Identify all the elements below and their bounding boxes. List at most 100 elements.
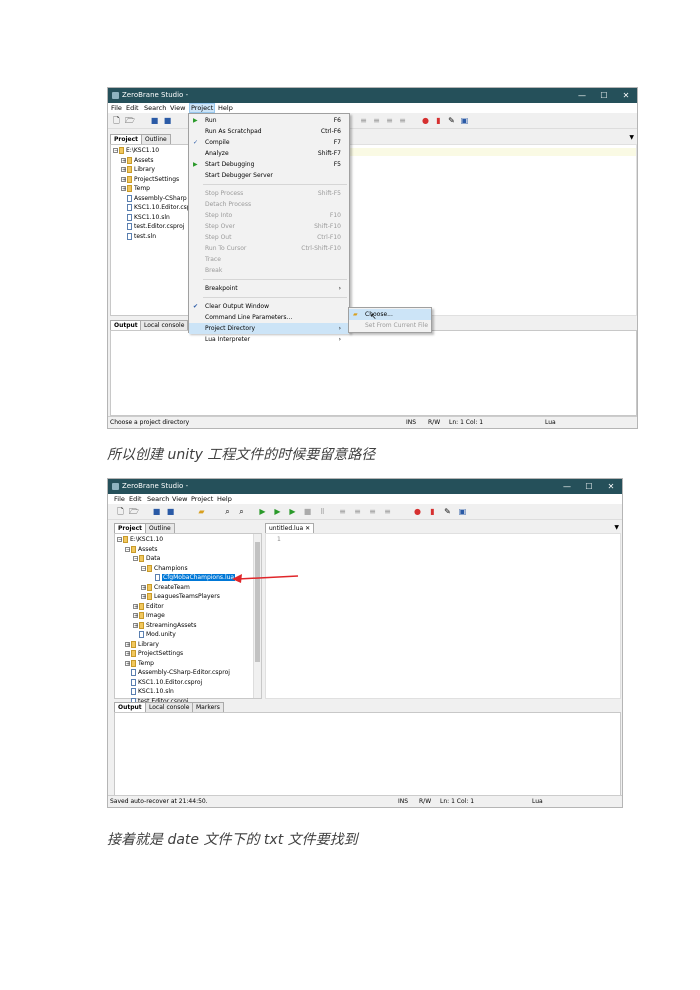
- outdent-icon[interactable]: ≡: [372, 116, 381, 125]
- tab-output[interactable]: Output: [114, 702, 146, 712]
- tree-item[interactable]: KSC1.10.Editor.csproj: [117, 678, 235, 688]
- new-file-icon[interactable]: 🗋: [116, 507, 125, 516]
- debug-icon[interactable]: ✎: [443, 507, 452, 516]
- save-icon[interactable]: ■: [152, 507, 161, 516]
- breakpoint-icon[interactable]: ●: [421, 116, 430, 125]
- replace-icon[interactable]: ⌕: [237, 507, 246, 516]
- new-file-icon[interactable]: 🗋: [112, 116, 121, 125]
- expand-icon[interactable]: +: [125, 641, 130, 647]
- expand-icon[interactable]: +: [133, 622, 138, 628]
- tree-item[interactable]: − Assets: [117, 545, 235, 555]
- collapse-icon[interactable]: −: [117, 537, 122, 543]
- menu-search[interactable]: Search: [147, 495, 169, 503]
- tree-item[interactable]: CfgMobaChampions.lua: [117, 573, 236, 583]
- watch-icon[interactable]: ▣: [458, 507, 467, 516]
- indent-icon[interactable]: ≡: [338, 507, 347, 516]
- close-icon[interactable]: ✕: [600, 480, 622, 493]
- tree-item[interactable]: + Temp: [117, 659, 235, 669]
- tree-item[interactable]: test.sln: [113, 232, 191, 242]
- tree-item[interactable]: + CreateTeam: [117, 583, 235, 593]
- expand-icon[interactable]: +: [125, 660, 130, 666]
- minimize-icon[interactable]: —: [571, 89, 593, 102]
- tree-item[interactable]: test.Editor.csproj: [113, 222, 191, 232]
- save-all-icon[interactable]: ■: [163, 116, 172, 125]
- menu-help[interactable]: Help: [217, 495, 232, 503]
- expand-icon[interactable]: +: [133, 603, 138, 609]
- close-icon[interactable]: ✕: [615, 89, 637, 102]
- tree-item[interactable]: Mod.unity: [117, 630, 235, 640]
- tree-item[interactable]: + Library: [117, 640, 235, 650]
- menu-item-choose[interactable]: ▰ Choose...: [349, 309, 431, 320]
- menu-item-analyze[interactable]: Analyze Shift-F7: [189, 148, 349, 159]
- menu-item-compile[interactable]: ✓ Compile F7: [189, 137, 349, 148]
- tree-item[interactable]: Assembly-CSharp: [113, 194, 191, 204]
- tree-item[interactable]: KSC1.10.sln: [117, 687, 235, 697]
- pause-icon[interactable]: Ⅱ: [318, 507, 327, 516]
- tree-item[interactable]: − Data: [117, 554, 235, 564]
- collapse-icon[interactable]: −: [141, 565, 146, 571]
- expand-icon[interactable]: +: [121, 167, 126, 173]
- menu-edit[interactable]: Edit: [126, 104, 139, 112]
- menu-search[interactable]: Search: [144, 104, 166, 112]
- indent-icon[interactable]: ≡: [359, 116, 368, 125]
- menu-view[interactable]: View: [170, 104, 185, 112]
- tree-item[interactable]: + LeaguesTeamsPlayers: [117, 592, 235, 602]
- menu-item-breakpoint[interactable]: Breakpoint ›: [189, 283, 349, 294]
- tree-item[interactable]: KSC1.10.Editor.csp: [113, 203, 191, 213]
- tree-item[interactable]: KSC1.10.sln: [113, 213, 191, 223]
- tab-markers[interactable]: Markers: [192, 702, 224, 712]
- tree-item[interactable]: + Image: [117, 611, 235, 621]
- tree-scrollbar-thumb[interactable]: [255, 542, 260, 662]
- menu-project[interactable]: Project: [189, 103, 216, 113]
- collapse-icon[interactable]: −: [125, 546, 130, 552]
- start-debug-icon[interactable]: ▶: [273, 507, 282, 516]
- collapse-icon[interactable]: −: [133, 556, 138, 562]
- project-dir-icon[interactable]: ▰: [197, 507, 206, 516]
- tab-output[interactable]: Output: [110, 320, 142, 330]
- menu-help[interactable]: Help: [218, 104, 233, 112]
- editor-dropdown-icon[interactable]: ▼: [629, 134, 634, 141]
- step-icon[interactable]: ▶: [288, 507, 297, 516]
- bookmark-icon[interactable]: ▮: [434, 116, 443, 125]
- tree-item[interactable]: + ProjectSettings: [113, 175, 191, 185]
- expand-icon[interactable]: +: [121, 186, 126, 192]
- stop-icon[interactable]: ■: [303, 507, 312, 516]
- tab-local-console[interactable]: Local console: [140, 320, 189, 330]
- debug-icon[interactable]: ✎: [447, 116, 456, 125]
- maximize-icon[interactable]: ☐: [593, 89, 615, 102]
- tab-outline[interactable]: Outline: [145, 523, 175, 533]
- menu-item-start-debugging[interactable]: ▶ Start Debugging F5: [189, 159, 349, 170]
- open-file-icon[interactable]: 🗁: [125, 116, 135, 125]
- tree-scrollbar[interactable]: [253, 534, 261, 698]
- menu-item-project-directory[interactable]: Project Directory ›: [189, 323, 349, 334]
- menu-item-lua-interpreter[interactable]: Lua Interpreter ›: [189, 334, 349, 345]
- uncomment-icon[interactable]: ≡: [398, 116, 407, 125]
- output-panel[interactable]: [114, 712, 621, 796]
- editor-area[interactable]: 1: [265, 533, 621, 699]
- minimize-icon[interactable]: —: [556, 480, 578, 493]
- find-icon[interactable]: ▣: [460, 116, 469, 125]
- tab-outline[interactable]: Outline: [141, 134, 171, 144]
- menu-view[interactable]: View: [172, 495, 187, 503]
- open-file-icon[interactable]: 🗁: [129, 507, 139, 516]
- tab-local-console[interactable]: Local console: [145, 702, 194, 712]
- editor-dropdown-icon[interactable]: ▼: [614, 524, 619, 531]
- tree-item[interactable]: − E:\KSC1.10: [117, 535, 235, 545]
- tree-item[interactable]: + Library: [113, 165, 191, 175]
- menu-edit[interactable]: Edit: [129, 495, 142, 503]
- menu-item-command-line-parameters[interactable]: Command Line Parameters...: [189, 312, 349, 323]
- tab-project[interactable]: Project: [114, 523, 147, 533]
- tab-untitled-lua[interactable]: untitled.lua ✕: [265, 523, 315, 533]
- menu-project[interactable]: Project: [191, 495, 213, 503]
- tree-item[interactable]: − Champions: [117, 564, 235, 574]
- maximize-icon[interactable]: ☐: [578, 480, 600, 493]
- menu-item-run-as-scratchpad[interactable]: Run As Scratchpad Ctrl-F6: [189, 126, 349, 137]
- tab-project[interactable]: Project: [110, 134, 143, 144]
- menu-file[interactable]: File: [111, 104, 122, 112]
- menu-item-start-debugger-server[interactable]: Start Debugger Server: [189, 170, 349, 181]
- expand-icon[interactable]: +: [141, 584, 146, 590]
- breakpoint-icon[interactable]: ●: [413, 507, 422, 516]
- tree-item[interactable]: + Assets: [113, 156, 191, 166]
- menu-item-clear-output-window[interactable]: ✔ Clear Output Window: [189, 301, 349, 312]
- uncomment-icon[interactable]: ≡: [383, 507, 392, 516]
